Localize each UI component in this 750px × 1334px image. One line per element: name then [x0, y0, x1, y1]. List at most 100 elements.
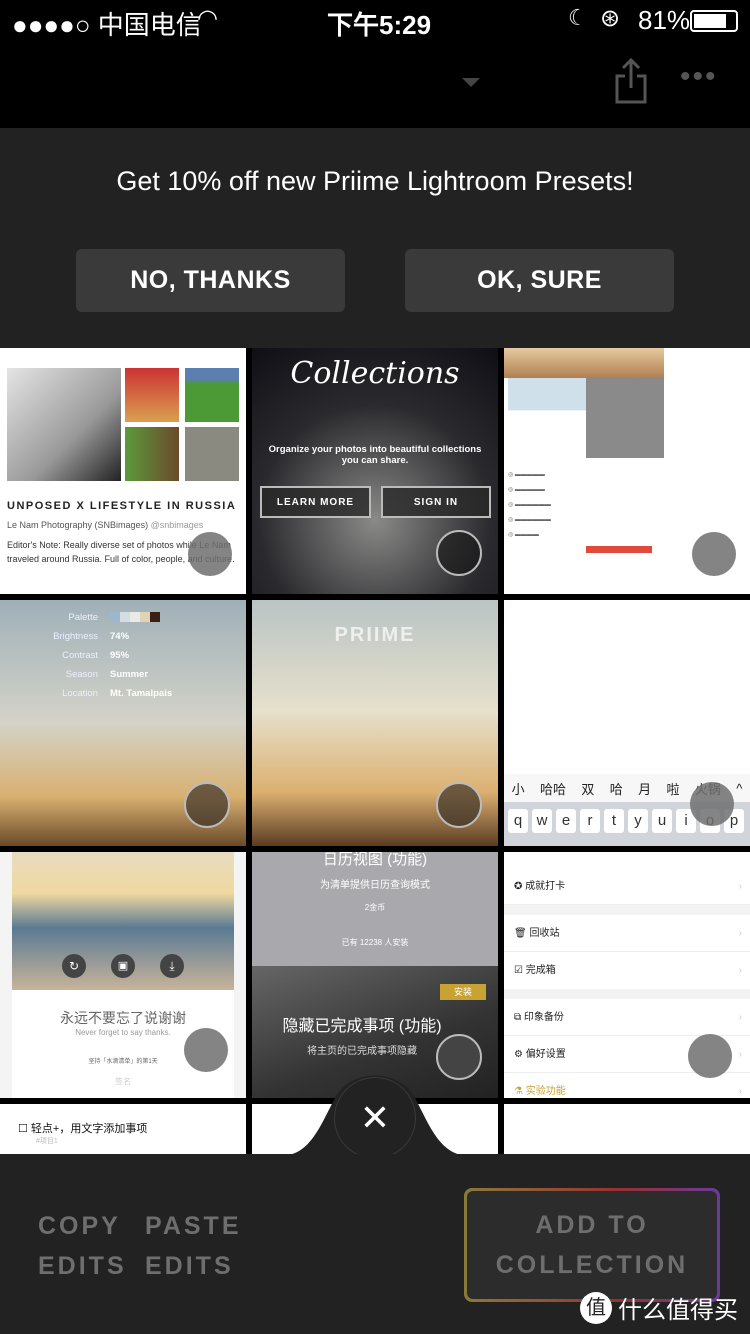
- red-bar: [586, 546, 652, 553]
- select-indicator[interactable]: [690, 782, 734, 826]
- photo: [125, 427, 179, 481]
- candidate[interactable]: 小: [512, 779, 525, 798]
- grid-cell-russia[interactable]: UNPOSED X LIFESTYLE IN RUSSIA Le Nam Pho…: [0, 348, 246, 594]
- refresh-icon[interactable]: ↻: [62, 954, 86, 978]
- promo-message: Get 10% off new Priime Lightroom Presets…: [116, 166, 634, 196]
- candidate[interactable]: 哈: [610, 779, 623, 798]
- settings-item[interactable]: ✪ 成就打卡 ›: [504, 868, 750, 905]
- info-label: Season: [65, 669, 98, 680]
- palette-swatches: [110, 612, 160, 627]
- carrier: ●●●●○ 中国电信: [12, 10, 202, 40]
- select-indicator[interactable]: [436, 782, 482, 828]
- rotation-lock-icon: ⊛: [600, 5, 621, 32]
- grid-cell-priime[interactable]: PRIIME: [252, 600, 498, 846]
- handle: @snbimages: [150, 520, 204, 530]
- chevron-down-icon[interactable]: [462, 78, 480, 87]
- no-thanks-button[interactable]: NO, THANKS: [76, 249, 345, 312]
- key[interactable]: w: [532, 809, 552, 833]
- collection-title: UNPOSED X LIFESTYLE IN RUSSIA: [7, 500, 237, 512]
- info-label: Contrast: [62, 650, 98, 661]
- grid-cell[interactable]: [504, 1104, 750, 1154]
- info-value: Mt. Tamalpais: [110, 688, 173, 699]
- info-value: 74%: [110, 631, 130, 642]
- key[interactable]: u: [652, 809, 672, 833]
- moon-icon: ☾: [568, 5, 588, 30]
- settings-item[interactable]: ⧉ 印象备份 ›: [504, 999, 750, 1036]
- candidate[interactable]: 啦: [666, 779, 679, 798]
- select-indicator[interactable]: [692, 532, 736, 576]
- ok-sure-button[interactable]: OK, SURE: [405, 249, 674, 312]
- grid-cell-task[interactable]: ☐ 轻点+，用文字添加事项 #项目1: [0, 1104, 246, 1154]
- candidate[interactable]: 月: [638, 779, 651, 798]
- info-label: Palette: [68, 612, 98, 623]
- image-icon[interactable]: ▣: [111, 954, 135, 978]
- key[interactable]: q: [508, 809, 528, 833]
- clock: 下午5:29: [327, 10, 432, 40]
- feature-price: 2金币: [364, 903, 386, 912]
- grid-cell-thanks-card[interactable]: 永远不要忘了说谢谢 Never forget to say thanks. 坚持…: [0, 852, 246, 1098]
- photo-info: Palette Brightness 74% Contrast 95% Season…: [0, 608, 246, 703]
- settings-item[interactable]: 🗑 回收站 ›: [504, 915, 750, 952]
- todo-list: ◎ ▬▬▬▬▬ ◎ ▬▬▬▬▬ ◎ ▬▬▬▬▬▬ ◎ ▬▬▬▬▬▬ ◎ ▬▬▬▬: [508, 472, 551, 538]
- select-indicator[interactable]: [188, 532, 232, 576]
- paste-edits-button[interactable]: PASTE EDITS: [145, 1206, 242, 1286]
- priime-logo: PRIIME: [334, 624, 416, 646]
- select-indicator[interactable]: [184, 782, 230, 828]
- candidate[interactable]: 双: [581, 779, 594, 798]
- feature-title: 日历视图 (功能): [322, 852, 428, 868]
- select-indicator[interactable]: [688, 1034, 732, 1078]
- download-icon[interactable]: ⤓: [160, 954, 184, 978]
- author: Le Nam Photography (SNBimages): [7, 520, 149, 530]
- feature-subtitle: 为清单提供日历查询模式: [320, 880, 430, 891]
- card-title: 永远不要忘了说谢谢: [60, 1010, 186, 1026]
- sign-in-button[interactable]: SIGN IN: [381, 486, 491, 518]
- key[interactable]: e: [556, 809, 576, 833]
- photo: [185, 427, 239, 481]
- task-tag: #项目1: [36, 1138, 58, 1145]
- battery-percent: 81%: [638, 5, 691, 35]
- watermark-text: 什么值得买: [618, 1297, 738, 1324]
- grid-cell-features[interactable]: 日历视图 (功能) 为清单提供日历查询模式 2金币 已有 12238 人安装 安…: [252, 852, 498, 1098]
- share-icon[interactable]: [614, 58, 648, 104]
- install-badge[interactable]: 安装: [440, 984, 486, 1000]
- add-to-collection-label: ADD TO COLLECTION: [467, 1191, 717, 1299]
- candidate[interactable]: 哈哈: [540, 779, 566, 798]
- grid-cell-photo-info[interactable]: Palette Brightness 74% Contrast 95% Season…: [0, 600, 246, 846]
- learn-more-button[interactable]: LEARN MORE: [260, 486, 371, 518]
- key[interactable]: y: [628, 809, 648, 833]
- grid-cell-collections[interactable]: Collections Organize your photos into be…: [252, 348, 498, 594]
- install-count: 已有 12238 人安装: [341, 938, 409, 947]
- wifi-icon: ◠: [197, 5, 218, 32]
- info-value: Summer: [110, 669, 149, 680]
- status-bar: ●●●●○ 中国电信 ◠ 下午5:29 ☾ ⊛ 81%: [0, 0, 750, 40]
- select-indicator[interactable]: [184, 1028, 228, 1072]
- photo: [508, 378, 586, 458]
- select-indicator[interactable]: [436, 530, 482, 576]
- add-to-collection-button[interactable]: ADD TO COLLECTION: [464, 1188, 720, 1302]
- tagline: Organize your photos into beautiful coll…: [268, 444, 482, 466]
- photo: [586, 378, 664, 458]
- bottom-toolbar: COPY EDITS PASTE EDITS ADD TO COLLECTION…: [0, 1154, 750, 1334]
- more-icon[interactable]: •••: [680, 60, 718, 94]
- collections-logo: Collections: [290, 356, 460, 391]
- key[interactable]: r: [580, 809, 600, 833]
- photo-escalator: [7, 368, 121, 481]
- grid-cell-app-screenshots[interactable]: ◎ ▬▬▬▬▬ ◎ ▬▬▬▬▬ ◎ ▬▬▬▬▬▬ ◎ ▬▬▬▬▬▬ ◎ ▬▬▬▬: [504, 348, 750, 594]
- task-text: ☐ 轻点+，用文字添加事项: [18, 1123, 148, 1135]
- signature: 签名: [115, 1077, 131, 1086]
- close-button[interactable]: ✕: [334, 1077, 416, 1159]
- copy-edits-button[interactable]: COPY EDITS: [38, 1206, 127, 1286]
- watermark: 值 什么值得买: [580, 1290, 738, 1325]
- battery-icon: [690, 10, 738, 32]
- photo: [504, 348, 664, 378]
- grid-cell-keyboard[interactable]: 小哈哈双哈月啦火锅^ qwertyuiop: [504, 600, 750, 846]
- photo: [185, 368, 239, 422]
- promo-banner: Get 10% off new Priime Lightroom Presets…: [0, 128, 750, 348]
- photo: [125, 368, 179, 422]
- chevron-up-icon[interactable]: ^: [736, 781, 742, 796]
- key[interactable]: t: [604, 809, 624, 833]
- grid-cell-settings[interactable]: ✪ 成就打卡 › 🗑 回收站 › ☑ 完成箱 › ⧉ 印象备份 › ⚙ 偏好设置 › ⚗ …: [504, 852, 750, 1098]
- settings-item[interactable]: ☑ 完成箱 ›: [504, 952, 750, 989]
- watermark-logo-icon: 值: [580, 1291, 612, 1324]
- feature-title: 隐藏已完成事项 (功能): [282, 1018, 442, 1035]
